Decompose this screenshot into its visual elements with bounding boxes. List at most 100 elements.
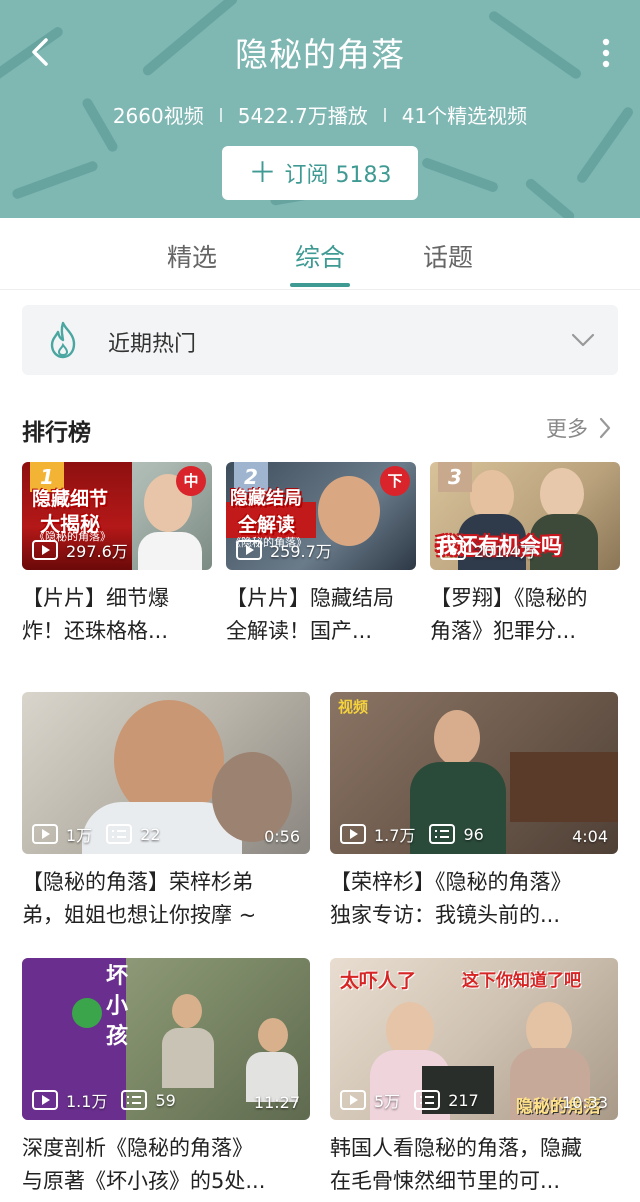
play-count: 1.1万 [66, 1092, 108, 1111]
video-title[interactable]: 深度剖析《隐秘的角落》 与原著《坏小孩》的5处... [22, 1132, 318, 1198]
rank-thumbnail-3[interactable]: 3 我还有机会吗 201.4万 [430, 462, 620, 570]
video-title[interactable]: 【隐秘的角落】荣梓杉弟 弟，姐姐也想让你按摩 ~ [22, 866, 318, 932]
play-icon [32, 540, 58, 560]
video-stats: 1.7万 96 [340, 822, 484, 846]
title-line: 韩国人看隐秘的角落，隐藏 [330, 1136, 582, 1160]
title-line: 炸！还珠格格... [22, 619, 169, 643]
danmaku-count: 22 [140, 824, 161, 844]
play-count: 5422.7万播放 [237, 104, 368, 128]
danmaku-stat: 96 [429, 824, 484, 844]
cover-text-2: 全解读 [238, 514, 296, 536]
subscribe-button[interactable]: ＋ 订阅 5183 [222, 146, 418, 200]
title-line: 深度剖析《隐秘的角落》 [22, 1136, 253, 1160]
stat-divider [383, 107, 386, 122]
more-options-button[interactable] [594, 34, 618, 74]
title-line: 角落》犯罪分... [430, 619, 577, 643]
tab-bar: 精选 综合 话题 [0, 218, 640, 290]
title-line: 独家专访：我镜头前的... [330, 903, 561, 927]
play-count: 297.6万 [66, 542, 128, 561]
title-line: 与原著《坏小孩》的5处... [22, 1169, 266, 1193]
flame-icon [50, 321, 76, 359]
play-stat: 297.6万 [32, 538, 128, 562]
featured-count: 41个精选视频 [401, 104, 528, 128]
play-icon [236, 540, 262, 560]
play-count: 1.7万 [374, 826, 416, 845]
title-line: 【片片】隐藏结局 [226, 586, 394, 610]
more-label: 更多 [546, 417, 588, 441]
cover-tag: 下 [380, 466, 410, 496]
hot-filter-dropdown[interactable]: 近期热门 [22, 305, 618, 375]
play-stat: 201.4万 [440, 538, 536, 562]
tab-featured[interactable]: 精选 [142, 238, 242, 274]
danmaku-icon [414, 1090, 441, 1110]
title-line: 【隐秘的角落】荣梓杉弟 [22, 870, 253, 894]
cover-text: 隐藏结局 [230, 488, 302, 509]
ranking-title: 排行榜 [22, 420, 91, 446]
video-stats: 5万 217 [340, 1088, 479, 1112]
danmaku-icon [121, 1090, 148, 1110]
tab-general[interactable]: 综合 [270, 238, 370, 274]
video-duration: 4:04 [572, 827, 608, 846]
video-thumbnail[interactable]: 视频 1.7万 96 4:04 [330, 692, 618, 854]
cover-caption-right: 这下你知道了吧 [462, 971, 581, 991]
video-stats: 1.1万 59 [32, 1088, 176, 1112]
stat-divider [219, 107, 222, 122]
rank-video-title-1[interactable]: 【片片】细节爆 炸！还珠格格... [22, 582, 212, 648]
ranking-more-link[interactable]: 更多 [546, 413, 612, 443]
video-count: 2660视频 [112, 104, 204, 128]
rank-thumbnail-2[interactable]: 2 下 隐藏结局 全解读 《隐秘的角落》 259.7万 [226, 462, 416, 570]
rank-video-title-3[interactable]: 【罗翔】《隐秘的 角落》犯罪分... [430, 582, 624, 648]
danmaku-stat: 22 [106, 824, 161, 844]
topic-header: 隐秘的角落 2660视频 5422.7万播放 41个精选视频 ＋ 订阅 5183 [0, 0, 640, 218]
rank-badge: 3 [438, 462, 472, 492]
plus-icon: ＋ [248, 156, 277, 189]
active-tab-indicator [290, 283, 350, 287]
hot-filter-label: 近期热门 [108, 332, 197, 357]
rank-video-title-2[interactable]: 【片片】隐藏结局 全解读！国产... [226, 582, 420, 648]
video-duration: 10:33 [561, 1093, 608, 1112]
page-title: 隐秘的角落 [235, 35, 405, 74]
video-thumbnail[interactable]: 太吓人了 这下你知道了吧 隐秘的角落 5万 217 10:33 [330, 958, 618, 1120]
play-icon [340, 824, 366, 844]
play-icon [32, 824, 58, 844]
tab-topics[interactable]: 话题 [398, 238, 498, 274]
danmaku-count: 96 [463, 824, 484, 844]
cover-tag: 中 [176, 466, 206, 496]
video-duration: 11:27 [253, 1093, 300, 1112]
danmaku-stat: 59 [121, 1090, 176, 1110]
title-line: 全解读！国产... [226, 619, 373, 643]
book-title: 坏小孩 [105, 964, 128, 1049]
play-icon [32, 1090, 58, 1110]
play-count: 259.7万 [270, 542, 332, 561]
vertical-dots-icon [602, 38, 610, 68]
rank-thumbnail-1[interactable]: 1 中 隐藏细节 大揭秘 《隐秘的角落》 297.6万 [22, 462, 212, 570]
video-title[interactable]: 【荣梓杉】《隐秘的角落》 独家专访：我镜头前的... [330, 866, 630, 932]
danmaku-count: 217 [448, 1090, 479, 1110]
danmaku-count: 59 [155, 1090, 176, 1110]
cover-caption-left: 太吓人了 [340, 970, 417, 992]
chevron-right-icon [599, 417, 611, 439]
video-stats: 1万 22 [32, 822, 161, 846]
video-duration: 0:56 [264, 827, 300, 846]
danmaku-icon [106, 824, 133, 844]
danmaku-stat: 217 [414, 1090, 479, 1110]
video-thumbnail[interactable]: 1万 22 0:56 [22, 692, 310, 854]
title-line: 在毛骨悚然细节里的可... [330, 1169, 561, 1193]
danmaku-icon [429, 824, 456, 844]
play-icon [340, 1090, 366, 1110]
cover-text: 隐藏细节 [32, 488, 109, 510]
video-title[interactable]: 韩国人看隐秘的角落，隐藏 在毛骨悚然细节里的可... [330, 1132, 630, 1198]
chevron-down-icon [571, 333, 595, 347]
play-icon [440, 540, 466, 560]
subscribe-label: 订阅 5183 [284, 163, 392, 188]
video-thumbnail[interactable]: 坏小孩 1.1万 59 11:27 [22, 958, 310, 1120]
title-line: 【罗翔】《隐秘的 [430, 586, 588, 610]
play-count: 1万 [66, 826, 93, 845]
title-line: 【片片】细节爆 [22, 586, 169, 610]
play-stat: 259.7万 [236, 538, 332, 562]
title-line: 弟，姐姐也想让你按摩 ~ [22, 903, 257, 927]
title-line: 【荣梓杉】《隐秘的角落》 [330, 870, 572, 894]
play-count: 201.4万 [474, 542, 536, 561]
topic-stats: 2660视频 5422.7万播放 41个精选视频 [0, 100, 640, 129]
channel-logo: 视频 [338, 698, 369, 716]
